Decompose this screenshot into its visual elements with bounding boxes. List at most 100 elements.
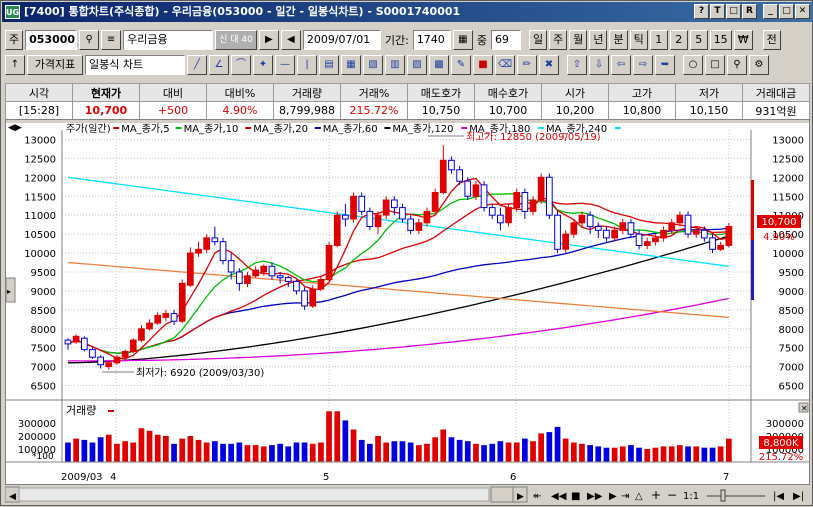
zoom-in-icon[interactable]: + bbox=[651, 488, 661, 502]
stock-code-input[interactable]: 053000 bbox=[25, 30, 78, 50]
price-range-bar-up bbox=[751, 180, 754, 240]
prev-arrow-icon[interactable]: ◀ bbox=[280, 30, 301, 50]
left-icon[interactable]: ⇦ bbox=[611, 55, 631, 75]
zoom-out-icon[interactable]: − bbox=[667, 488, 677, 502]
scroll-thumb[interactable] bbox=[490, 486, 514, 503]
forward-icon[interactable]: ▶▶ bbox=[587, 491, 603, 502]
next-arrow-icon[interactable]: ▶ bbox=[258, 30, 279, 50]
fib1-icon[interactable]: ▥ bbox=[385, 55, 405, 75]
stop-icon[interactable]: ■ bbox=[571, 491, 580, 502]
candle bbox=[121, 351, 129, 358]
hline-icon[interactable]: — bbox=[275, 55, 295, 75]
text-button[interactable]: T bbox=[710, 4, 725, 19]
volume-bar bbox=[456, 439, 463, 462]
down-icon[interactable]: ⇩ bbox=[589, 55, 609, 75]
stock-name-field[interactable]: 우리금융 bbox=[123, 30, 214, 50]
currency-button[interactable]: ₩ bbox=[733, 30, 753, 50]
fib3-icon[interactable]: ▩ bbox=[429, 55, 449, 75]
title-bar[interactable]: UG [7400] 통합차트(주식종합) - 우리금융(053000 - 일간 … bbox=[2, 2, 813, 22]
period-input[interactable]: 1740 bbox=[412, 30, 451, 50]
play-back-icon[interactable]: ↞ bbox=[533, 491, 541, 502]
grid1-icon[interactable]: ▤ bbox=[319, 55, 339, 75]
fib2-icon[interactable]: ▨ bbox=[407, 55, 427, 75]
close-button[interactable]: ✕ bbox=[795, 4, 810, 19]
draw-mode-icon[interactable]: △ bbox=[635, 491, 643, 502]
candle bbox=[643, 241, 651, 246]
quote-ask: 10,750 bbox=[407, 101, 475, 120]
candle bbox=[195, 248, 202, 254]
volume-bar bbox=[342, 420, 349, 462]
candle bbox=[399, 207, 406, 220]
volume-bar bbox=[554, 426, 561, 462]
credit-badge: 신 대 40 bbox=[215, 30, 257, 50]
minimize-button[interactable]: _ bbox=[763, 4, 778, 19]
edit-icon[interactable]: ✏ bbox=[517, 55, 537, 75]
chart-type-select[interactable]: 일봉식 차트 bbox=[85, 55, 185, 75]
vline-icon[interactable]: | bbox=[297, 55, 317, 75]
ratio-icon[interactable]: 1:1 bbox=[683, 491, 699, 502]
volume-bar bbox=[277, 443, 283, 462]
volume-tick-left: 300000 bbox=[18, 419, 56, 430]
price-chart[interactable]: 13000 13000 12500 12500 12000 12000 11500 11500… bbox=[5, 120, 809, 484]
market-select[interactable]: 주 bbox=[5, 30, 24, 50]
candle bbox=[154, 315, 162, 324]
price-tick-right: 13000 bbox=[772, 135, 804, 146]
angle-icon[interactable]: ∠ bbox=[209, 55, 229, 75]
up-icon[interactable]: ⇧ bbox=[567, 55, 587, 75]
color-icon[interactable]: ■ bbox=[473, 55, 493, 75]
up-arrow-icon[interactable]: ↑ bbox=[5, 55, 25, 75]
play-icon[interactable]: ▶ bbox=[609, 491, 617, 502]
quote-header: 매수호가 bbox=[474, 83, 542, 102]
end-icon[interactable]: ⇥ bbox=[621, 491, 629, 502]
period-minute-button[interactable]: 분 bbox=[609, 30, 628, 50]
search-icon[interactable]: ⚲ bbox=[79, 30, 100, 50]
first-icon[interactable]: |◀ bbox=[773, 491, 784, 502]
period-week-button[interactable]: 주 bbox=[549, 30, 568, 50]
price-tick-left: 11500 bbox=[24, 192, 56, 203]
right-icon[interactable]: ⇨ bbox=[633, 55, 653, 75]
interval-15-button[interactable]: 15 bbox=[709, 30, 732, 50]
zoom-icon[interactable]: ⚲ bbox=[727, 55, 747, 75]
candle bbox=[594, 226, 602, 231]
candle bbox=[668, 222, 676, 231]
fan-icon[interactable]: ✦ bbox=[253, 55, 273, 75]
interval-2-button[interactable]: 2 bbox=[669, 30, 688, 50]
line-icon[interactable]: ╱ bbox=[187, 55, 207, 75]
zoom-slider-handle[interactable] bbox=[720, 489, 726, 502]
link-button[interactable]: □ bbox=[726, 4, 741, 19]
zoom-input[interactable]: 69 bbox=[490, 30, 521, 50]
calendar-icon[interactable]: ▦ bbox=[452, 30, 473, 50]
list-icon[interactable]: ≡ bbox=[101, 30, 122, 50]
circle-icon[interactable]: ○ bbox=[683, 55, 703, 75]
last-icon[interactable]: ▶| bbox=[793, 491, 804, 502]
rewind-icon[interactable]: ◀◀ bbox=[551, 491, 567, 502]
period-year-button[interactable]: 년 bbox=[589, 30, 608, 50]
refresh-button[interactable]: R bbox=[742, 4, 757, 19]
expand-arrow-icon[interactable]: ◀▶ bbox=[8, 123, 22, 133]
period-tick-button[interactable]: 틱 bbox=[629, 30, 648, 50]
app-logo-icon: UG bbox=[5, 5, 20, 19]
export-icon[interactable]: ➥ bbox=[655, 55, 675, 75]
grid3-icon[interactable]: ▧ bbox=[363, 55, 383, 75]
scroll-track[interactable] bbox=[18, 487, 490, 502]
date-input[interactable]: 2009/07/01 bbox=[302, 30, 381, 50]
chart-panel[interactable]: 13000 13000 12500 12500 12000 12000 11500 11500… bbox=[5, 119, 810, 485]
period-day-button[interactable]: 일 bbox=[528, 30, 548, 50]
square-icon[interactable]: □ bbox=[705, 55, 725, 75]
eraser-icon[interactable]: ⌫ bbox=[495, 55, 515, 75]
pencil-icon[interactable]: ✎ bbox=[451, 55, 471, 75]
grid2-icon[interactable]: ▦ bbox=[341, 55, 361, 75]
quote-volume-pct: 215.72% bbox=[340, 101, 408, 120]
price-index-button[interactable]: 가격지표 bbox=[27, 55, 83, 75]
maximize-button[interactable]: □ bbox=[779, 4, 794, 19]
delete-icon[interactable]: ✖ bbox=[539, 55, 559, 75]
volume-bar bbox=[685, 446, 691, 462]
interval-1-button[interactable]: 1 bbox=[649, 30, 668, 50]
full-screen-button[interactable]: 전 bbox=[762, 30, 781, 50]
arc-icon[interactable]: ⌒ bbox=[231, 55, 251, 75]
setting-icon[interactable]: ⚙ bbox=[749, 55, 769, 75]
price-range-bar-down bbox=[751, 240, 754, 300]
help-button[interactable]: ? bbox=[694, 4, 709, 19]
period-month-button[interactable]: 월 bbox=[569, 30, 588, 50]
interval-5-button[interactable]: 5 bbox=[689, 30, 708, 50]
